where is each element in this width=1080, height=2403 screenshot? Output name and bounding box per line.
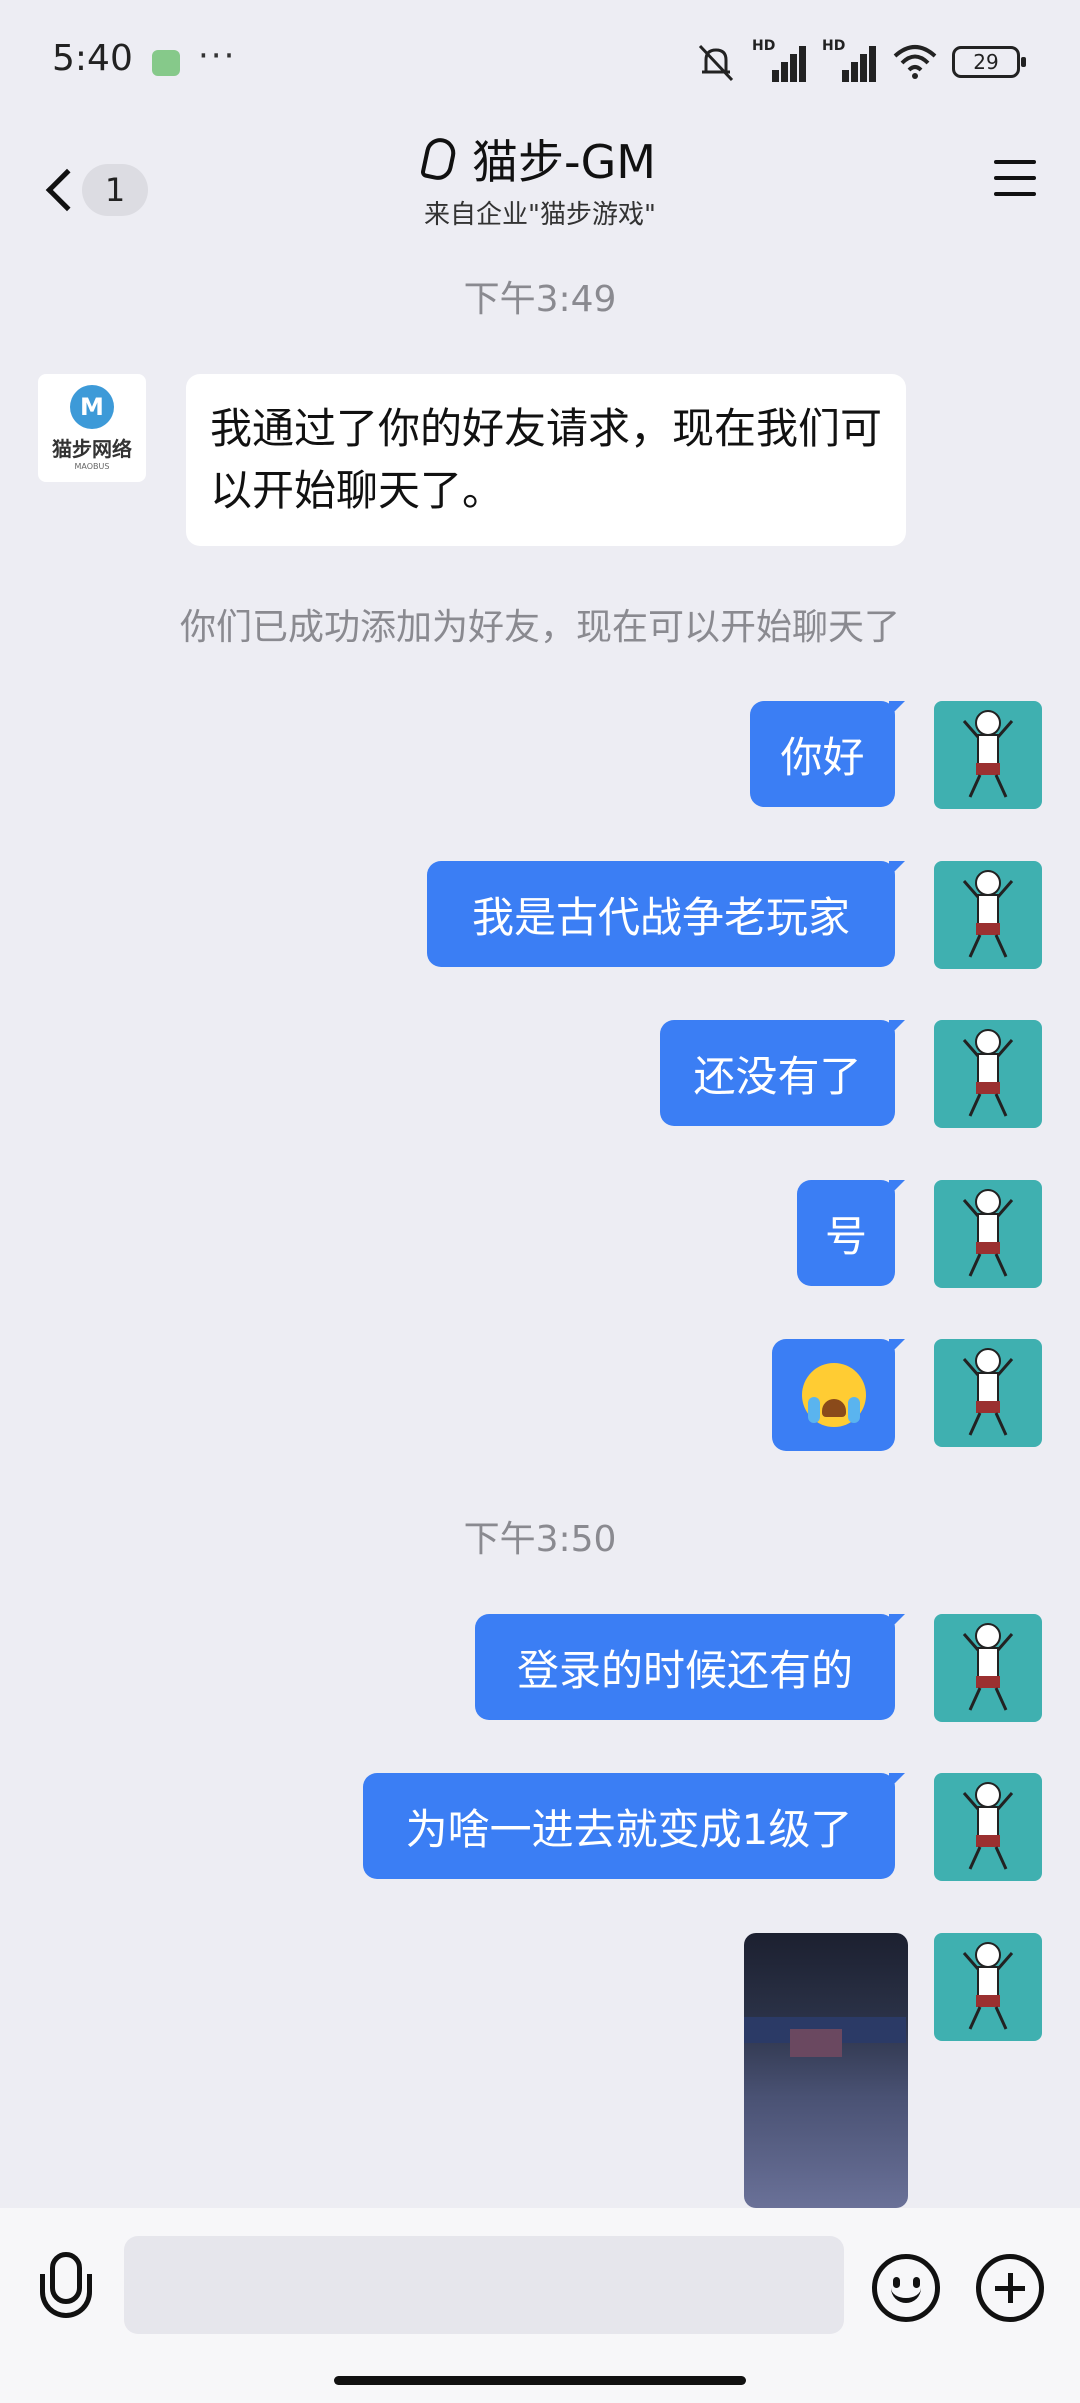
emoji-button[interactable] [872, 2254, 940, 2322]
more-notifications-icon: ··· [198, 36, 237, 76]
battery-icon: 29 [952, 46, 1026, 78]
maobu-logo-icon: M [70, 385, 114, 429]
user-avatar[interactable] [934, 1339, 1042, 1447]
user-avatar[interactable] [934, 1180, 1042, 1288]
status-bar: 5:40 ··· HD HD 29 [0, 0, 1080, 120]
cartoon-avatar-icon [962, 1942, 1014, 2030]
status-icons: HD HD 29 [694, 38, 1026, 84]
message-input-bar [0, 2208, 1080, 2403]
wifi-icon [893, 45, 937, 79]
battery-level: 29 [973, 50, 999, 74]
cartoon-avatar-icon [962, 1348, 1014, 1436]
outgoing-emoji-bubble[interactable] [772, 1339, 905, 1451]
menu-icon [994, 160, 1036, 164]
mute-icon [698, 44, 734, 82]
status-time: 5:40 [52, 38, 133, 79]
earpiece-mode-icon [419, 135, 459, 183]
chat-title-block: 猫步-GM 来自企业"猫步游戏" [0, 126, 1080, 231]
logo-subtext: MAOBUS [74, 462, 110, 471]
user-avatar[interactable] [934, 1773, 1042, 1881]
screenshot-card [790, 2029, 842, 2057]
menu-button[interactable] [990, 152, 1042, 204]
outgoing-message-bubble[interactable]: 我是古代战争老玩家 [427, 861, 905, 967]
chat-subtitle: 来自企业"猫步游戏" [424, 200, 656, 230]
more-options-button[interactable] [976, 2254, 1044, 2322]
signal-icon-2: HD [822, 38, 878, 82]
cartoon-avatar-icon [962, 710, 1014, 798]
signal-hd-label-2: HD [822, 38, 846, 54]
chat-header: 1 猫步-GM 来自企业"猫步游戏" [0, 120, 1080, 260]
signal-icon: HD [752, 38, 808, 82]
contact-avatar[interactable]: M 猫步网络 MAOBUS [38, 374, 146, 482]
cartoon-avatar-icon [962, 1782, 1014, 1870]
home-indicator[interactable] [334, 2376, 746, 2385]
outgoing-message-bubble[interactable]: 登录的时候还有的 [475, 1614, 905, 1720]
cartoon-avatar-icon [962, 1189, 1014, 1277]
user-avatar[interactable] [934, 1614, 1042, 1722]
cartoon-avatar-icon [962, 870, 1014, 958]
crying-face-icon [801, 1363, 866, 1427]
system-notice: 你们已成功添加为好友，现在可以开始聊天了 [179, 607, 900, 648]
outgoing-image-message[interactable] [744, 1933, 908, 2208]
outgoing-message-bubble[interactable]: 为啥一进去就变成1级了 [363, 1773, 905, 1879]
cartoon-avatar-icon [962, 1623, 1014, 1711]
user-avatar[interactable] [934, 861, 1042, 969]
outgoing-message-bubble[interactable]: 还没有了 [660, 1020, 905, 1126]
user-avatar[interactable] [934, 1933, 1042, 2041]
logo-text: 猫步网络 [52, 437, 132, 461]
user-avatar[interactable] [934, 701, 1042, 809]
message-input[interactable] [124, 2236, 844, 2334]
timestamp: 下午3:49 [463, 279, 617, 320]
user-avatar[interactable] [934, 1020, 1042, 1128]
cartoon-avatar-icon [962, 1029, 1014, 1117]
wechat-notification-icon [152, 50, 180, 76]
incoming-message-bubble[interactable]: 我通过了你的好友请求，现在我们可以开始聊天了。 [186, 374, 906, 546]
signal-hd-label: HD [752, 38, 776, 54]
outgoing-message-bubble[interactable]: 号 [797, 1180, 905, 1286]
chat-title: 猫步-GM [472, 135, 656, 189]
voice-input-button[interactable] [36, 2252, 96, 2328]
outgoing-message-bubble[interactable]: 你好 [750, 701, 905, 807]
timestamp: 下午3:50 [463, 1519, 617, 1560]
